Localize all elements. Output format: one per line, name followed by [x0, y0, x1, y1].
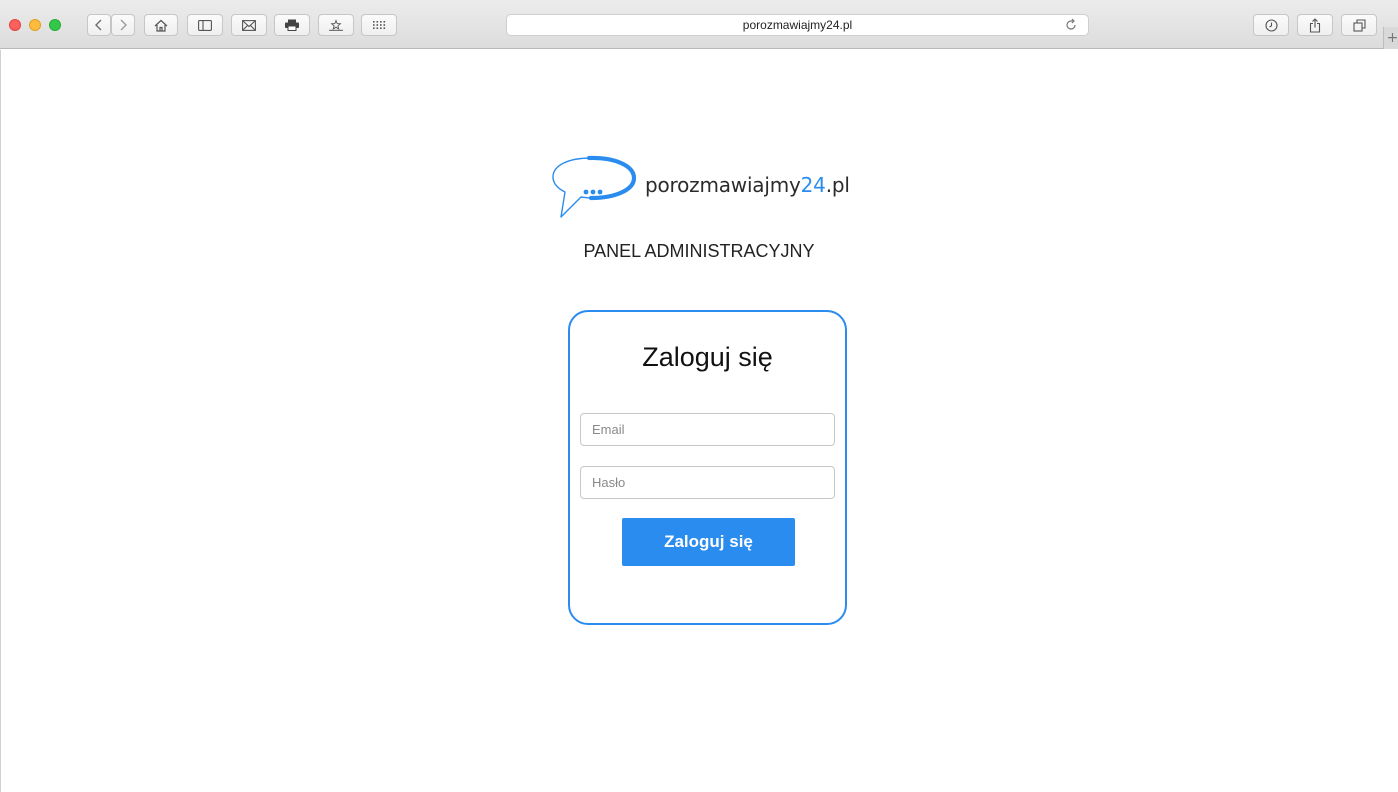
chevron-left-icon [95, 19, 102, 31]
tabs-icon [1352, 18, 1366, 32]
home-button[interactable] [144, 14, 178, 36]
window-minimize-button[interactable] [29, 19, 41, 31]
window-zoom-button[interactable] [49, 19, 61, 31]
new-tab-button[interactable]: + [1383, 27, 1398, 49]
page-title: PANEL ADMINISTRACYJNY [583, 241, 815, 261]
home-icon [154, 19, 168, 32]
sidebar-button[interactable] [187, 14, 223, 36]
brand-main: porozmawiajmy [645, 173, 801, 197]
bookmark-button[interactable] [318, 14, 354, 36]
browser-toolbar: porozmawiajmy24.pl + [0, 0, 1398, 49]
back-button[interactable] [87, 14, 111, 36]
plus-icon: + [1386, 30, 1398, 46]
bookmark-star-icon [329, 19, 343, 31]
login-button[interactable]: Zaloguj się [622, 518, 795, 566]
brand-number: 24 [800, 173, 826, 197]
email-field[interactable] [580, 413, 835, 446]
password-field[interactable] [580, 466, 835, 499]
window-close-button[interactable] [9, 19, 21, 31]
brand-tld: .pl [825, 173, 850, 197]
mail-button[interactable] [231, 14, 267, 36]
speech-bubble-icon [552, 155, 637, 218]
forward-button[interactable] [111, 14, 135, 36]
sidebar-icon [198, 19, 212, 31]
print-button[interactable] [274, 14, 310, 36]
share-icon [1309, 17, 1321, 33]
top-sites-button[interactable] [361, 14, 397, 36]
site-logo[interactable]: porozmawiajmy24.pl [551, 155, 871, 221]
window-edge [0, 50, 1, 792]
clock-icon [1264, 18, 1278, 32]
login-card: Zaloguj się Zaloguj się [568, 310, 847, 625]
mail-icon [242, 19, 256, 31]
reload-icon [1066, 18, 1076, 30]
share-button[interactable] [1297, 14, 1333, 36]
login-title: Zaloguj się [642, 342, 773, 372]
grid-icon [373, 21, 386, 29]
print-icon [285, 19, 299, 31]
show-tabs-button[interactable] [1341, 14, 1377, 36]
chevron-right-icon [120, 19, 127, 31]
address-bar[interactable]: porozmawiajmy24.pl [506, 14, 1089, 36]
site-logo-text: porozmawiajmy24.pl [645, 173, 850, 197]
url-text: porozmawiajmy24.pl [742, 18, 853, 32]
reload-button[interactable] [1064, 18, 1078, 35]
history-button[interactable] [1253, 14, 1289, 36]
